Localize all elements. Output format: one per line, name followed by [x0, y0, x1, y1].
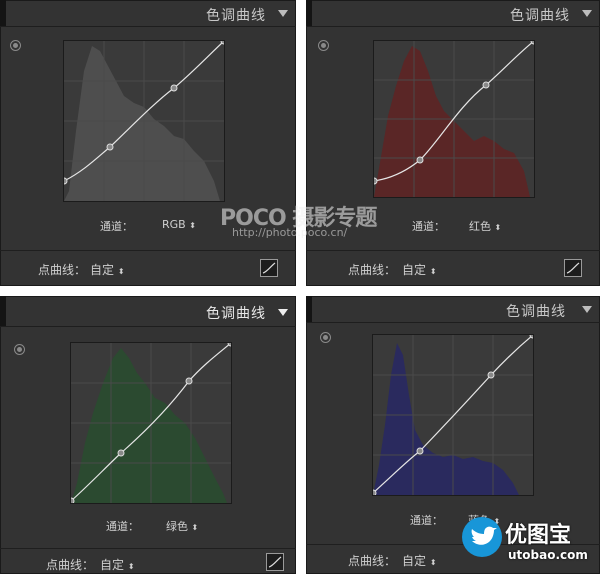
- channel-select[interactable]: 红色 ⬍: [469, 218, 501, 234]
- curve-point[interactable]: [170, 84, 178, 92]
- panel-grip: [0, 0, 6, 26]
- updown-arrow-icon: ⬍: [189, 221, 196, 230]
- point-curve-label: 点曲线：: [348, 263, 397, 277]
- updown-arrow-icon: ⬍: [494, 223, 502, 232]
- panel-grip: [306, 0, 312, 26]
- curve-point[interactable]: [185, 377, 193, 385]
- channel-row: 通道： 绿色 ⬍: [0, 518, 296, 534]
- panel-title: 色调曲线: [506, 304, 566, 320]
- updown-arrow-icon: ⬍: [429, 267, 437, 276]
- target-adjust-icon[interactable]: [14, 344, 25, 355]
- curve-graph[interactable]: [373, 40, 535, 198]
- point-curve-select[interactable]: 自定 ⬍: [402, 261, 437, 278]
- updown-arrow-icon: ⬍: [127, 562, 135, 571]
- point-curve-label: 点曲线：: [38, 263, 87, 277]
- curve-point[interactable]: [374, 177, 378, 185]
- channel-label: 通道：: [106, 520, 139, 533]
- panel-title: 色调曲线: [510, 8, 570, 24]
- collapse-arrow-icon[interactable]: [278, 10, 288, 17]
- updown-arrow-icon: ⬍: [429, 558, 437, 567]
- updown-arrow-icon: ⬍: [117, 267, 125, 276]
- point-curve-select[interactable]: 自定 ⬍: [100, 556, 135, 573]
- curve-point[interactable]: [117, 449, 125, 457]
- channel-label: 通道：: [410, 514, 443, 527]
- tone-curve-panel-red: 色调曲线 通道： 红色 ⬍ 点曲线： 自定 ⬍: [306, 0, 600, 286]
- point-curve-value: 自定: [90, 263, 115, 277]
- tone-curve-panel-green: 色调曲线 通道： 绿色 ⬍ 点曲线： 自定 ⬍: [0, 296, 296, 574]
- channel-select[interactable]: 绿色 ⬍: [166, 518, 198, 534]
- channel-value: RGB: [162, 218, 186, 231]
- point-curve-value: 自定: [100, 558, 125, 572]
- curve-svg: [373, 335, 533, 495]
- panel-title: 色调曲线: [206, 306, 266, 322]
- panel-header[interactable]: 色调曲线: [0, 0, 296, 27]
- channel-label: 通道：: [412, 220, 445, 233]
- panel-header[interactable]: 色调曲线: [306, 0, 600, 27]
- logo-url: utobao.com: [508, 548, 588, 562]
- bird-logo-icon: [462, 517, 502, 557]
- curve-svg: [374, 41, 534, 197]
- panel-title: 色调曲线: [206, 8, 266, 24]
- histogram: [64, 46, 220, 201]
- curve-point[interactable]: [482, 81, 490, 89]
- point-curve-row: 点曲线： 自定 ⬍: [306, 250, 600, 285]
- curve-point[interactable]: [64, 177, 68, 185]
- channel-value: 红色: [469, 220, 491, 233]
- logo-name: 优图宝: [505, 523, 572, 548]
- curve-point[interactable]: [416, 156, 424, 164]
- target-adjust-icon[interactable]: [318, 40, 329, 51]
- curve-svg: [71, 343, 231, 503]
- panel-grip: [0, 296, 6, 326]
- curve-graph[interactable]: [63, 40, 225, 202]
- point-curve-select[interactable]: 自定 ⬍: [90, 261, 125, 278]
- collapse-arrow-icon[interactable]: [582, 10, 592, 17]
- collapse-arrow-icon[interactable]: [582, 306, 592, 313]
- curve-point[interactable]: [373, 489, 377, 495]
- curve-point[interactable]: [106, 143, 114, 151]
- target-adjust-icon[interactable]: [320, 332, 331, 343]
- point-curve-edit-icon[interactable]: [266, 553, 284, 571]
- collapse-arrow-icon[interactable]: [278, 309, 288, 316]
- channel-label: 通道：: [100, 220, 133, 233]
- point-curve-label: 点曲线：: [348, 554, 397, 568]
- point-curve-select[interactable]: 自定 ⬍: [402, 552, 437, 569]
- point-curve-edit-icon[interactable]: [260, 259, 278, 277]
- histogram: [71, 348, 227, 503]
- channel-value: 绿色: [166, 520, 188, 533]
- point-curve-value: 自定: [402, 554, 427, 568]
- point-curve-row: 点曲线： 自定 ⬍: [0, 548, 296, 574]
- updown-arrow-icon: ⬍: [191, 523, 199, 532]
- point-curve-edit-icon[interactable]: [564, 259, 582, 277]
- curve-graph[interactable]: [372, 334, 534, 496]
- panel-grip: [306, 296, 312, 322]
- curve-point[interactable]: [71, 497, 75, 503]
- watermark-url: http://photo.poco.cn/: [232, 226, 348, 239]
- curve-point[interactable]: [416, 447, 424, 455]
- point-curve-value: 自定: [402, 263, 427, 277]
- curve-graph[interactable]: [70, 342, 232, 504]
- panel-header[interactable]: 色调曲线: [306, 296, 600, 323]
- channel-select[interactable]: RGB ⬍: [162, 218, 196, 231]
- point-curve-row: 点曲线： 自定 ⬍: [0, 250, 296, 285]
- tone-curve-panel-rgb: 色调曲线 通道： RGB ⬍ 点曲线： 自定 ⬍: [0, 0, 296, 286]
- curve-svg: [64, 41, 224, 201]
- panel-header[interactable]: 色调曲线: [0, 296, 296, 327]
- curve-point[interactable]: [487, 371, 495, 379]
- point-curve-label: 点曲线：: [46, 558, 95, 572]
- target-adjust-icon[interactable]: [10, 40, 21, 51]
